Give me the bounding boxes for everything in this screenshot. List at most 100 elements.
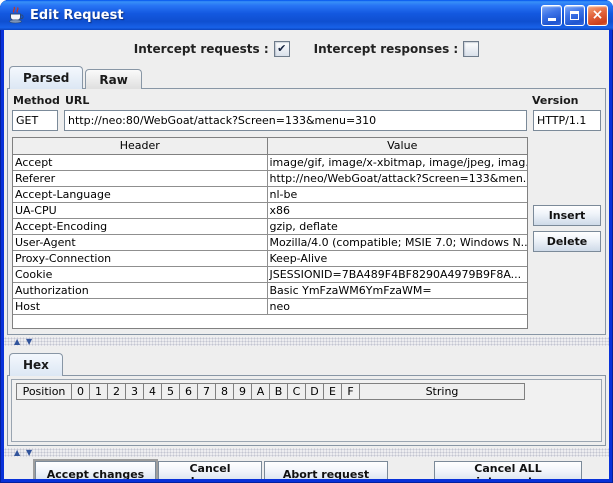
tab-hex[interactable]: Hex [9,353,63,376]
hex-column-header[interactable]: 5 [162,384,180,400]
version-label: Version [532,94,600,107]
table-cell[interactable]: Host [13,298,267,314]
table-cell[interactable]: Proxy-Connection [13,250,267,266]
minimize-icon [548,18,556,21]
collapse-up-icon[interactable]: ▲ [14,337,20,346]
headers-table-header-row: Header Value [13,138,528,154]
hex-column-header[interactable]: 7 [198,384,216,400]
parsed-tab-content: Method URL Version Header [7,88,606,335]
accept-changes-button[interactable]: Accept changes [35,461,156,479]
table-row[interactable]: User-AgentMozilla/4.0 (compatible; MSIE … [13,234,528,250]
table-cell[interactable]: x86 [267,202,528,218]
hex-column-header[interactable]: 9 [234,384,252,400]
intercept-requests-checkbox[interactable]: ✔ [274,41,290,57]
intercept-responses-label: Intercept responses : [314,42,459,56]
table-row[interactable]: Acceptimage/gif, image/x-xbitmap, image/… [13,154,528,170]
method-label: Method [13,94,65,107]
intercept-requests-label: Intercept requests : [134,42,269,56]
hex-column-header[interactable]: Position [17,384,72,400]
hex-table-header-row: Position0123456789ABCDEFString [17,384,525,400]
cancel-all-intercepts-button[interactable]: Cancel ALL intercepts [434,461,582,479]
dialog-body: Intercept requests : ✔ Intercept respons… [4,30,609,479]
abort-request-button[interactable]: Abort request [264,461,388,479]
table-row[interactable]: Proxy-ConnectionKeep-Alive [13,250,528,266]
hex-column-header[interactable]: 4 [144,384,162,400]
insert-button[interactable]: Insert [533,205,601,226]
table-cell[interactable]: JSESSIONID=7BA489F4BF8290A4979B9F8A... [267,266,528,282]
hex-tabs: Hex [7,352,606,375]
hex-column-header[interactable]: String [360,384,525,400]
cancel-changes-button[interactable]: Cancel changes [158,461,262,479]
request-tabs: Parsed Raw [7,65,606,88]
version-input[interactable] [533,110,601,131]
header-column-header[interactable]: Header [13,138,267,154]
table-row[interactable]: Hostneo [13,298,528,314]
action-buttons-row: Accept changes Cancel changes Abort requ… [35,461,609,479]
table-cell[interactable]: Accept [13,154,267,170]
method-input[interactable] [12,110,58,131]
table-row[interactable]: AuthorizationBasic YmFzaWM6YmFzaWM= [13,282,528,298]
table-cell[interactable]: Referer [13,170,267,186]
headers-area: Header Value Acceptimage/gif, image/x-xb… [12,137,601,329]
split-divider-upper[interactable]: ▲ ▼ [4,337,609,346]
split-divider-lower[interactable]: ▲ ▼ [4,448,609,457]
url-input[interactable] [64,110,527,131]
intercept-row: Intercept requests : ✔ Intercept respons… [4,38,609,59]
collapse-up-icon[interactable]: ▲ [14,448,20,457]
checkmark-icon: ✔ [277,43,286,54]
table-cell[interactable]: Accept-Encoding [13,218,267,234]
table-cell[interactable]: nl-be [267,186,528,202]
close-button[interactable]: × [587,5,608,26]
maximize-button[interactable] [564,5,585,26]
table-cell[interactable]: http://neo/WebGoat/attack?Screen=133&men… [267,170,528,186]
table-cell[interactable]: Cookie [13,266,267,282]
collapse-down-icon[interactable]: ▼ [26,448,32,457]
hex-column-header[interactable]: 0 [72,384,90,400]
table-cell[interactable]: UA-CPU [13,202,267,218]
close-icon: × [592,8,604,22]
headers-table: Header Value Acceptimage/gif, image/x-xb… [13,138,528,315]
table-cell[interactable]: Basic YmFzaWM6YmFzaWM= [267,282,528,298]
table-row[interactable]: Refererhttp://neo/WebGoat/attack?Screen=… [13,170,528,186]
hex-column-header[interactable]: C [288,384,306,400]
hex-column-header[interactable]: 8 [216,384,234,400]
table-row[interactable]: Accept-Languagenl-be [13,186,528,202]
intercept-responses-checkbox[interactable] [463,41,479,57]
request-tabpane: Parsed Raw Method URL Version [7,65,606,335]
hex-column-header[interactable]: 6 [180,384,198,400]
hex-tabpane: Hex Position0123456789ABCDEFString [7,352,606,446]
value-column-header[interactable]: Value [267,138,528,154]
tab-parsed[interactable]: Parsed [9,66,83,89]
request-line-fields [12,110,601,131]
table-row[interactable]: UA-CPUx86 [13,202,528,218]
minimize-button[interactable] [541,5,562,26]
hex-tab-content: Position0123456789ABCDEFString [7,375,606,446]
tab-raw[interactable]: Raw [85,69,141,89]
table-cell[interactable]: User-Agent [13,234,267,250]
table-row[interactable]: Accept-Encodinggzip, deflate [13,218,528,234]
url-label: URL [65,94,532,107]
titlebar[interactable]: Edit Request × [0,0,613,30]
hex-column-header[interactable]: D [306,384,324,400]
table-row[interactable]: CookieJSESSIONID=7BA489F4BF8290A4979B9F8… [13,266,528,282]
window-title: Edit Request [30,8,541,23]
table-cell[interactable]: Accept-Language [13,186,267,202]
collapse-down-icon[interactable]: ▼ [26,337,32,346]
table-cell[interactable]: Keep-Alive [267,250,528,266]
table-cell[interactable]: neo [267,298,528,314]
table-cell[interactable]: Authorization [13,282,267,298]
hex-table: Position0123456789ABCDEFString [16,383,525,400]
window-controls: × [541,5,608,26]
hex-column-header[interactable]: 3 [126,384,144,400]
hex-column-header[interactable]: B [270,384,288,400]
hex-column-header[interactable]: A [252,384,270,400]
hex-column-header[interactable]: F [342,384,360,400]
java-icon [7,6,25,24]
hex-column-header[interactable]: 1 [90,384,108,400]
table-cell[interactable]: image/gif, image/x-xbitmap, image/jpeg, … [267,154,528,170]
table-cell[interactable]: gzip, deflate [267,218,528,234]
hex-column-header[interactable]: 2 [108,384,126,400]
delete-button[interactable]: Delete [533,231,601,252]
table-cell[interactable]: Mozilla/4.0 (compatible; MSIE 7.0; Windo… [267,234,528,250]
hex-column-header[interactable]: E [324,384,342,400]
